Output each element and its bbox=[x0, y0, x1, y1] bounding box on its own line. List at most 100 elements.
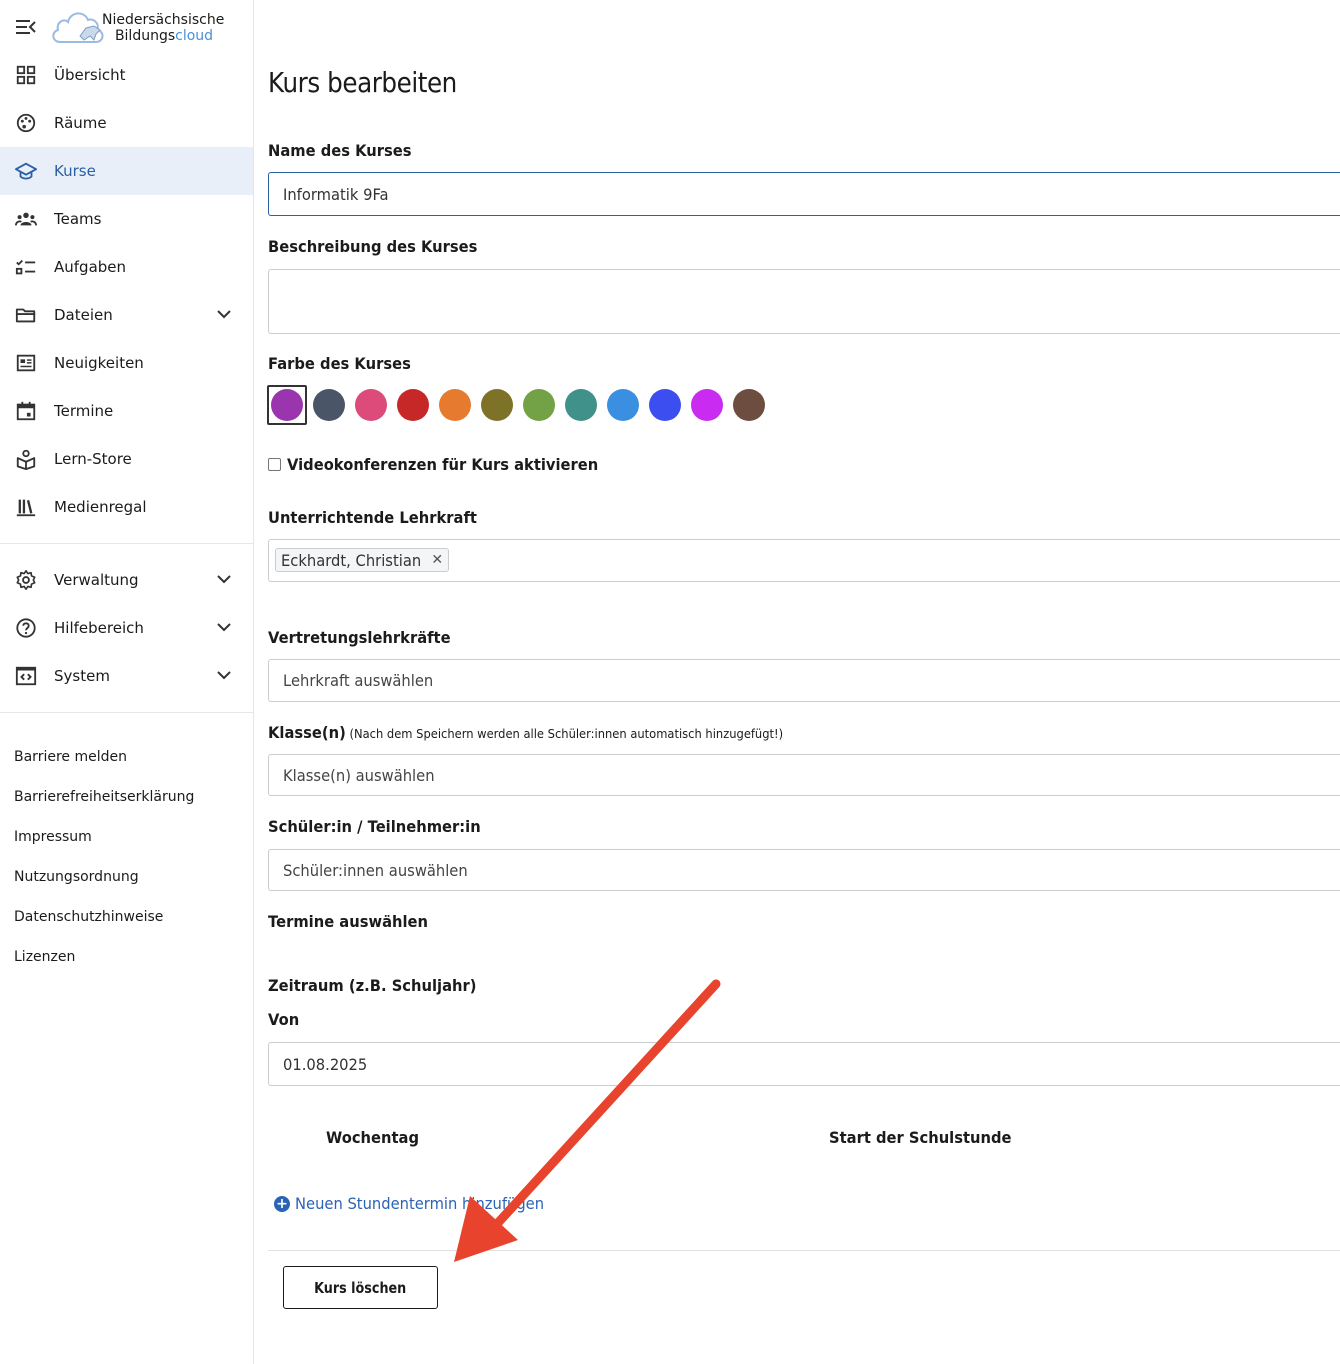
sidebar-item-label: Neuigkeiten bbox=[54, 354, 144, 372]
color-swatch-selected[interactable] bbox=[267, 385, 307, 425]
help-circle-icon bbox=[14, 616, 38, 640]
sidebar-item-termine[interactable]: Termine bbox=[0, 387, 253, 435]
link-nutzungsordnung[interactable]: Nutzungsordnung bbox=[0, 857, 253, 897]
plus-circle-icon: + bbox=[274, 1195, 290, 1212]
sidebar-item-label: Verwaltung bbox=[54, 571, 139, 589]
teacher-tag: Eckhardt, Christian ✕ bbox=[275, 548, 450, 572]
from-date-input[interactable]: 01.08.2025 bbox=[268, 1042, 1340, 1086]
color-swatch[interactable] bbox=[649, 389, 681, 421]
classes-placeholder: Klasse(n) auswählen bbox=[283, 765, 435, 785]
color-swatch[interactable] bbox=[607, 389, 639, 421]
sidebar-item-system[interactable]: System bbox=[0, 652, 253, 700]
chevron-down-icon[interactable] bbox=[215, 570, 233, 588]
link-barriere-melden[interactable]: Barriere melden bbox=[0, 737, 253, 777]
substitute-select[interactable]: Lehrkraft auswählen bbox=[268, 659, 1340, 702]
sidebar-item-label: Dateien bbox=[54, 306, 113, 324]
sidebar-item-aufgaben[interactable]: Aufgaben bbox=[0, 243, 253, 291]
graduation-cap-icon bbox=[14, 159, 38, 183]
annotation-arrow-icon bbox=[454, 979, 721, 1262]
sidebar-item-label: Aufgaben bbox=[54, 258, 127, 276]
students-select[interactable]: Schüler:innen auswählen bbox=[268, 849, 1340, 891]
sidebar-item-hilfebereich[interactable]: Hilfebereich bbox=[0, 604, 253, 652]
sidebar-item-lern-store[interactable]: Lern-Store bbox=[0, 435, 253, 483]
sidebar-item-dateien[interactable]: Dateien bbox=[0, 291, 253, 339]
sidebar-item-label: Übersicht bbox=[54, 66, 126, 84]
link-barrierefreiheitserklaerung[interactable]: Barrierefreiheitserklärung bbox=[0, 777, 253, 817]
palette-icon bbox=[14, 111, 38, 135]
main-nav: Übersicht Räume Kurse Teams Aufgaben Dat… bbox=[0, 51, 253, 977]
color-swatch[interactable] bbox=[271, 389, 303, 421]
menu-collapse-icon[interactable] bbox=[14, 16, 38, 38]
link-lizenzen[interactable]: Lizenzen bbox=[0, 937, 253, 977]
link-impressum[interactable]: Impressum bbox=[0, 817, 253, 857]
course-name-value: Informatik 9Fa bbox=[283, 184, 389, 204]
color-swatch[interactable] bbox=[733, 389, 765, 421]
color-swatch[interactable] bbox=[565, 389, 597, 421]
color-picker bbox=[267, 385, 775, 425]
teacher-tag-label: Eckhardt, Christian bbox=[281, 550, 422, 570]
sidebar-item-uebersicht[interactable]: Übersicht bbox=[0, 51, 253, 99]
logo-line-2: Bildungscloud bbox=[112, 28, 216, 44]
store-icon bbox=[14, 447, 38, 471]
color-swatch[interactable] bbox=[523, 389, 555, 421]
course-color-label: Farbe des Kurses bbox=[268, 354, 411, 373]
sidebar-item-teams[interactable]: Teams bbox=[0, 195, 253, 243]
logo-line-1: Niedersächsische bbox=[102, 12, 225, 28]
logo-line-2-a: Bildungs bbox=[114, 28, 176, 44]
remove-tag-icon[interactable]: ✕ bbox=[431, 552, 443, 568]
course-name-label: Name des Kurses bbox=[268, 141, 412, 160]
grid-icon bbox=[14, 63, 38, 87]
course-description-textarea[interactable] bbox=[268, 269, 1340, 334]
delete-course-button[interactable]: Kurs löschen bbox=[283, 1266, 438, 1309]
course-name-input[interactable]: Informatik 9Fa bbox=[268, 172, 1340, 216]
classes-label-text: Klasse(n) bbox=[268, 723, 346, 742]
classes-label: Klasse(n) (Nach dem Speichern werden alle… bbox=[268, 723, 783, 742]
lesson-start-header: Start der Schulstunde bbox=[829, 1128, 1012, 1147]
cloud-logo-icon bbox=[52, 12, 104, 43]
page-title: Kurs bearbeiten bbox=[268, 66, 457, 99]
sidebar-item-label: Teams bbox=[54, 210, 102, 228]
sidebar-item-medienregal[interactable]: Medienregal bbox=[0, 483, 253, 531]
people-icon bbox=[14, 207, 38, 231]
color-swatch[interactable] bbox=[439, 389, 471, 421]
chevron-down-icon[interactable] bbox=[215, 618, 233, 636]
sidebar-item-label: Hilfebereich bbox=[54, 619, 144, 637]
color-swatch[interactable] bbox=[355, 389, 387, 421]
nav-divider bbox=[0, 543, 253, 544]
folder-icon bbox=[14, 303, 38, 327]
color-swatch[interactable] bbox=[691, 389, 723, 421]
bookshelf-icon bbox=[14, 495, 38, 519]
sidebar-item-kurse[interactable]: Kurse bbox=[0, 147, 253, 195]
color-swatch[interactable] bbox=[313, 389, 345, 421]
color-swatch[interactable] bbox=[481, 389, 513, 421]
weekday-header: Wochentag bbox=[326, 1128, 420, 1147]
link-datenschutzhinweise[interactable]: Datenschutzhinweise bbox=[0, 897, 253, 937]
video-conference-option[interactable]: Videokonferenzen für Kurs aktivieren bbox=[268, 455, 625, 474]
teacher-label: Unterrichtende Lehrkraft bbox=[268, 508, 477, 527]
form-divider bbox=[268, 1250, 1340, 1251]
code-window-icon bbox=[14, 664, 38, 688]
sidebar: Niedersächsische Bildungscloud Übersicht… bbox=[0, 0, 254, 1364]
classes-select[interactable]: Klasse(n) auswählen bbox=[268, 754, 1340, 796]
students-placeholder: Schüler:innen auswählen bbox=[283, 860, 468, 880]
video-conference-label: Videokonferenzen für Kurs aktivieren bbox=[287, 455, 599, 474]
substitute-label: Vertretungslehrkräfte bbox=[268, 628, 451, 647]
video-conference-checkbox[interactable] bbox=[268, 458, 281, 471]
from-label: Von bbox=[268, 1010, 300, 1029]
delete-course-label: Kurs löschen bbox=[314, 1278, 407, 1297]
newspaper-icon bbox=[14, 351, 38, 375]
sidebar-item-raeume[interactable]: Räume bbox=[0, 99, 253, 147]
sidebar-item-label: Räume bbox=[54, 114, 107, 132]
from-date-value: 01.08.2025 bbox=[283, 1054, 368, 1074]
classes-hint: (Nach dem Speichern werden alle Schüler:… bbox=[349, 726, 784, 741]
chevron-down-icon[interactable] bbox=[215, 666, 233, 684]
color-swatch[interactable] bbox=[397, 389, 429, 421]
sidebar-item-label: Kurse bbox=[54, 162, 96, 180]
sidebar-item-neuigkeiten[interactable]: Neuigkeiten bbox=[0, 339, 253, 387]
chevron-down-icon[interactable] bbox=[215, 305, 233, 323]
students-label: Schüler:in / Teilnehmer:in bbox=[268, 817, 481, 836]
logo[interactable]: Niedersächsische Bildungscloud bbox=[50, 6, 224, 48]
teacher-select[interactable]: Eckhardt, Christian ✕ bbox=[268, 539, 1340, 582]
sidebar-item-verwaltung[interactable]: Verwaltung bbox=[0, 556, 253, 604]
logo-text: Niedersächsische Bildungscloud bbox=[102, 12, 224, 44]
